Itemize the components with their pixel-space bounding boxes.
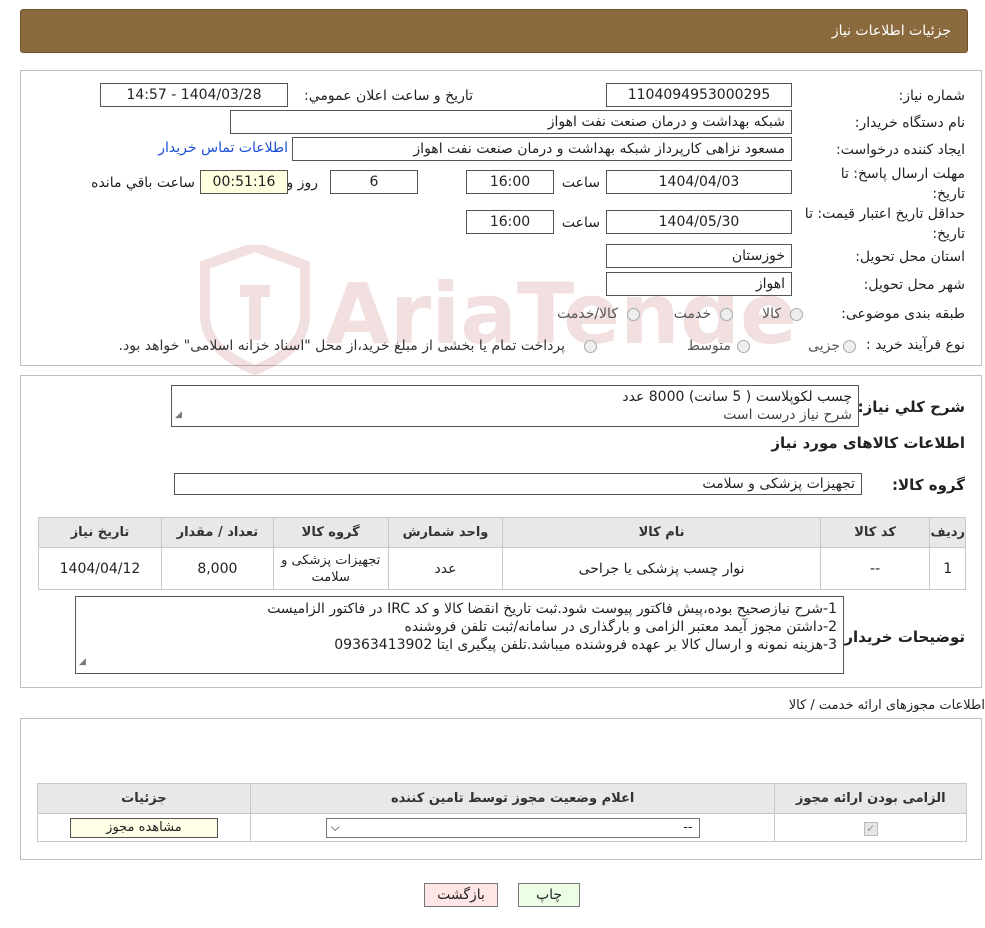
table-row: ✓ -- ⌵ مشاهده مجوز (37, 813, 967, 842)
print-button[interactable]: چاپ (518, 883, 580, 907)
validity-label: حداقل تاريخ اعتبار قيمت: تا تاريخ: (804, 206, 965, 242)
cell-qty: 8,000 (160, 547, 274, 590)
cell-unit: عدد (387, 547, 504, 590)
col-group: گروه کالا (272, 517, 389, 548)
requester-label: ايجاد کننده درخواست: (836, 142, 965, 158)
process-radio-minor[interactable] (843, 340, 856, 353)
announce-label: تاریخ و ساعت اعلان عمومي: (304, 88, 473, 104)
page-title: جزئیات اطلاعات نیاز (831, 23, 951, 39)
permits-table: الزامی بودن ارائه مجوز اعلام وضعيت مجوز … (37, 783, 967, 842)
category-radio-service[interactable] (720, 308, 733, 321)
col-unit: واحد شمارش (387, 517, 504, 548)
days-label: روز و (286, 175, 319, 191)
col-permit-status: اعلام وضعيت مجوز توسط تامين کننده (249, 783, 776, 814)
deadline-time-label: ساعت (561, 175, 600, 191)
buyer-org-label: نام دستگاه خريدار: (854, 115, 965, 131)
deadline-label: مهلت ارسال پاسخ: تا تاريخ: (840, 166, 965, 202)
col-date: تاريخ نياز (38, 517, 162, 548)
permits-table-header: الزامی بودن ارائه مجوز اعلام وضعيت مجوز … (37, 783, 967, 814)
cell-date: 1404/04/12 (38, 547, 162, 590)
need-number-field: 1104094953000295 (606, 83, 792, 107)
goods-group-field: تجهیزات پزشکی و سلامت (174, 473, 862, 495)
buyer-notes-line-3: 3-هزینه نمونه و ارسال کالا بر عهده فروشن… (334, 637, 837, 653)
process-radio-medium[interactable] (737, 340, 750, 353)
summary-textarea[interactable]: چسب لکوپلاست ( 5 سانت) 8000 عدد شرح نیاز… (171, 385, 859, 427)
cell-group: تجهیزات پزشکی و سلامت (272, 547, 389, 590)
buyer-notes-textarea[interactable]: 1-شرح نیازصحیح بوده،پیش فاکتور پیوست شود… (75, 596, 844, 674)
city-field: اهواز (606, 272, 792, 296)
deadline-time-field: 16:00 (466, 170, 554, 194)
goods-table: رديف کد کالا نام کالا واحد شمارش گروه کا… (38, 517, 966, 590)
city-label: شهر محل تحويل: (863, 277, 965, 293)
province-label: استان محل تحويل: (855, 249, 965, 265)
process-radio-treasury[interactable] (584, 340, 597, 353)
col-permit-details: جزئيات (37, 783, 251, 814)
process-option-medium: متوسط (687, 338, 731, 354)
summary-label: شرح کلي نياز: (857, 398, 965, 416)
resize-handle-icon[interactable]: ◢ (175, 406, 182, 424)
category-option-goods: کالا (762, 306, 781, 322)
need-number-label: شماره نیاز: (898, 88, 966, 104)
permit-status-value: -- (683, 819, 693, 835)
col-code: کد کالا (819, 517, 931, 548)
col-row: رديف (929, 517, 966, 548)
goods-info-title: اطلاعات کالاهای مورد نياز (771, 434, 965, 452)
permit-status-select[interactable]: -- ⌵ (325, 817, 700, 838)
category-option-goods-service: کالا/خدمت (557, 306, 618, 322)
buyer-notes-line-2: 2-داشتن مجوز آیمد معتبر الزامی و بارگذار… (404, 619, 837, 635)
days-field: 6 (330, 170, 418, 194)
category-option-service: خدمت (673, 306, 711, 322)
process-note: پرداخت تمام يا بخشی از مبلغ خريد،از محل … (118, 338, 565, 354)
category-radio-goods[interactable] (790, 308, 803, 321)
deadline-date-field: 1404/04/03 (606, 170, 792, 194)
process-option-minor: جزیی (808, 338, 840, 354)
chevron-down-icon: ⌵ (330, 819, 340, 834)
summary-line-2: شرح نیاز درست است (723, 407, 852, 423)
col-name: نام کالا (502, 517, 821, 548)
province-field: خوزستان (606, 244, 792, 268)
remaining-label: ساعت باقي مانده (91, 175, 195, 191)
buyer-notes-line-1: 1-شرح نیازصحیح بوده،پیش فاکتور پیوست شود… (267, 601, 837, 617)
goods-table-header: رديف کد کالا نام کالا واحد شمارش گروه کا… (38, 517, 966, 548)
cell-code: -- (819, 547, 931, 590)
validity-date-field: 1404/05/30 (606, 210, 792, 234)
permits-title: اطلاعات مجوزهای ارائه خدمت / کالا (788, 698, 985, 713)
back-button[interactable]: بازگشت (424, 883, 498, 907)
col-permit-required: الزامی بودن ارائه مجوز (774, 783, 967, 814)
category-label: طبقه بندی موضوعی: (841, 306, 965, 322)
remaining-time-field: 00:51:16 (200, 170, 288, 194)
permit-required-checkbox[interactable]: ✓ (863, 821, 878, 836)
buyer-contact-link[interactable]: اطلاعات تماس خریدار (158, 140, 288, 156)
summary-line-1: چسب لکوپلاست ( 5 سانت) 8000 عدد (622, 389, 852, 405)
cell-row: 1 (929, 547, 966, 590)
validity-time-field: 16:00 (466, 210, 554, 234)
col-qty: تعداد / مقدار (160, 517, 274, 548)
table-row: 1 -- نوار چسب پزشکی یا جراحی عدد تجهیزات… (38, 547, 966, 590)
announce-datetime-field: 1404/03/28 - 14:57 (100, 83, 288, 107)
buyer-org-field: شبکه بهداشت و درمان صنعت نفت اهواز (230, 110, 792, 134)
goods-group-label: گروه کالا: (892, 476, 965, 494)
cell-name: نوار چسب پزشکی یا جراحی (502, 547, 821, 590)
resize-handle-icon[interactable]: ◢ (79, 653, 86, 671)
view-permit-button[interactable]: مشاهده مجوز (69, 817, 218, 838)
page-header: جزئیات اطلاعات نیاز (20, 9, 968, 53)
category-radio-goods-service[interactable] (627, 308, 640, 321)
requester-field: مسعود نزاهی کارپرداز شبکه بهداشت و درمان… (292, 137, 792, 161)
buyer-notes-label: توضيحات خريدار: (838, 628, 965, 646)
validity-time-label: ساعت (561, 215, 600, 231)
process-label: نوع فرآيند خريد : (866, 337, 965, 353)
